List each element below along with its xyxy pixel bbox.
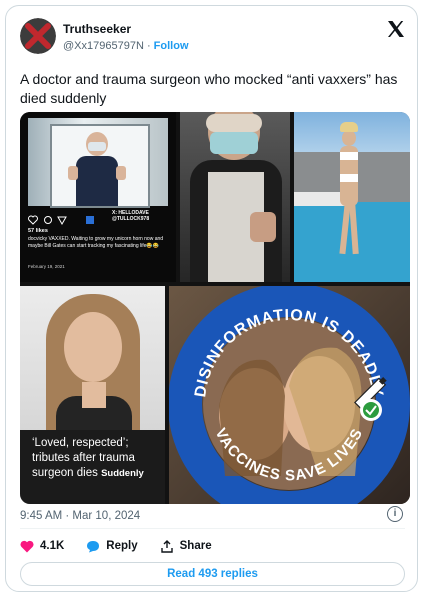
reply-bubble-icon <box>87 540 100 552</box>
share-icon <box>160 539 173 553</box>
info-icon[interactable]: i <box>387 506 403 522</box>
caption-line3: surgeon dies <box>32 467 98 479</box>
instagram-post-panel: X: HELLODAVE @TULLOCK978 57 likes docvic… <box>20 112 176 282</box>
read-replies-button[interactable]: Read 493 replies <box>20 562 405 586</box>
news-caption: ‘Loved, respected’; tributes after traum… <box>32 436 144 481</box>
like-count: 4.1K <box>40 540 65 552</box>
likes-count: 57 likes <box>28 228 48 234</box>
handle-line: @Xx17965797N · Follow <box>63 40 189 52</box>
photo-office <box>28 118 168 208</box>
x-logo-icon[interactable] <box>387 20 405 42</box>
handle-separator: · <box>143 40 154 52</box>
reply-label: Reply <box>106 540 138 552</box>
post-caption: docvicky VAXXED. Waiting to grow my unic… <box>28 236 164 249</box>
checkmark-icon <box>360 399 382 421</box>
tweet-text: A doctor and trauma surgeon who mocked “… <box>20 71 398 106</box>
timestamp[interactable]: 9:45 AM · Mar 10, 2024 <box>20 510 140 522</box>
share-button[interactable]: Share <box>160 539 212 553</box>
avatar[interactable] <box>20 18 56 54</box>
like-button[interactable]: 4.1K <box>20 540 64 553</box>
badge-frame-panel: DISINFORMATION IS DEADLY VACCINES SAVE L… <box>169 286 410 504</box>
watermark: X: HELLODAVE @TULLOCK978 <box>112 210 149 222</box>
reply-button[interactable]: Reply <box>86 540 138 553</box>
photo-masked-surgeon <box>180 112 290 282</box>
post-date: February 19, 2021 <box>28 264 65 269</box>
photo-poolside <box>294 112 410 282</box>
heart-icon <box>20 540 34 552</box>
divider <box>20 528 405 529</box>
media-collage[interactable]: X: HELLODAVE @TULLOCK978 57 likes docvic… <box>20 112 410 504</box>
news-portrait-panel: ‘Loved, respected’; tributes after traum… <box>20 286 165 504</box>
news-caption-box: ‘Loved, respected’; tributes after traum… <box>20 430 165 504</box>
user-handle[interactable]: @Xx17965797N <box>63 40 144 52</box>
caption-line2: tributes after trauma <box>32 452 135 464</box>
caption-suddenly: Suddenly <box>101 468 144 479</box>
display-name[interactable]: Truthseeker <box>63 22 131 36</box>
tweet-card: Truthseeker @Xx17965797N · Follow A doct… <box>5 5 418 592</box>
action-bar: 4.1K Reply Share <box>20 536 234 556</box>
caption-line1: ‘Loved, respected’; <box>32 437 129 449</box>
follow-button[interactable]: Follow <box>154 40 189 52</box>
watermark-line2: @TULLOCK978 <box>112 216 150 222</box>
share-label: Share <box>179 540 212 552</box>
badge-frame-svg: DISINFORMATION IS DEADLY VACCINES SAVE L… <box>169 286 410 504</box>
